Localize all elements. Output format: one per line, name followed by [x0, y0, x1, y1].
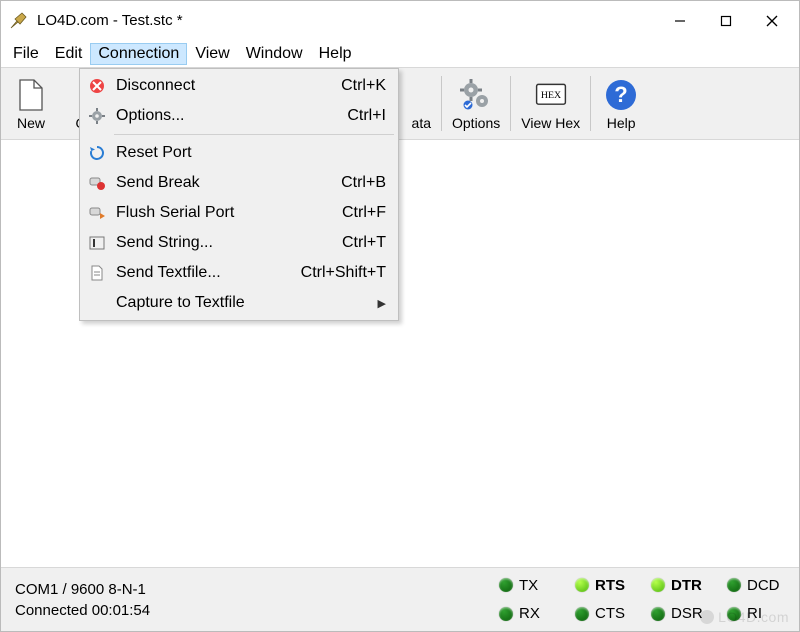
led-icon — [575, 607, 589, 621]
menuitem-reset-port[interactable]: Reset Port — [82, 138, 396, 168]
status-conn-line: Connected 00:01:54 — [15, 602, 499, 619]
menuitem-label: Send Textfile... — [116, 264, 289, 282]
menuitem-shortcut: Ctrl+B — [341, 174, 386, 192]
menu-help[interactable]: Help — [311, 43, 360, 65]
maximize-button[interactable] — [703, 5, 749, 37]
led-dsr: DSR — [651, 605, 709, 622]
sendtextfile-icon — [88, 264, 106, 282]
menuitem-label: Disconnect — [116, 77, 329, 95]
toolbar-label: ata — [412, 115, 431, 131]
menuitem-label: Send String... — [116, 234, 330, 252]
menuitem-disconnect[interactable]: Disconnect Ctrl+K — [82, 71, 396, 101]
toolbar-label: View Hex — [521, 115, 580, 131]
status-left: COM1 / 9600 8-N-1 Connected 00:01:54 — [9, 574, 499, 625]
led-dcd: DCD — [727, 577, 785, 594]
toolbar-viewhex[interactable]: HEX View Hex — [515, 70, 586, 137]
status-leds: TX RTS DTR DCD RX CTS DSR RI — [499, 574, 791, 625]
toolbar-new[interactable]: New — [5, 70, 57, 137]
toolbar-label: New — [17, 115, 45, 131]
led-tx: TX — [499, 577, 557, 594]
hex-icon: HEX — [533, 77, 569, 113]
menuitem-flush-port[interactable]: Flush Serial Port Ctrl+F — [82, 198, 396, 228]
led-dtr[interactable]: DTR — [651, 577, 709, 594]
statusbar: COM1 / 9600 8-N-1 Connected 00:01:54 TX … — [1, 567, 799, 631]
minimize-button[interactable] — [657, 5, 703, 37]
menuitem-shortcut: Ctrl+I — [347, 107, 386, 125]
led-label: DTR — [671, 577, 702, 594]
connection-dropdown: Disconnect Ctrl+K Options... Ctrl+I Rese… — [79, 68, 399, 321]
toolbar-label: Help — [607, 115, 636, 131]
led-icon — [651, 578, 665, 592]
flush-icon — [88, 204, 106, 222]
gear-icon — [458, 77, 494, 113]
menuitem-label: Reset Port — [116, 144, 374, 162]
svg-text:?: ? — [614, 82, 627, 107]
menu-connection[interactable]: Connection — [90, 43, 187, 65]
toolbar-separator — [441, 76, 442, 131]
menuitem-shortcut: Ctrl+F — [342, 204, 386, 222]
help-icon: ? — [603, 77, 639, 113]
led-ri: RI — [727, 605, 785, 622]
led-rts[interactable]: RTS — [575, 577, 633, 594]
toolbar-separator — [510, 76, 511, 131]
menuitem-send-string[interactable]: Send String... Ctrl+T — [82, 228, 396, 258]
close-button[interactable] — [749, 5, 795, 37]
led-label: CTS — [595, 605, 625, 622]
menuitem-label: Capture to Textfile — [116, 294, 370, 312]
toolbar-help[interactable]: ? Help — [595, 70, 647, 137]
menu-window[interactable]: Window — [238, 43, 311, 65]
led-cts: CTS — [575, 605, 633, 622]
menu-view[interactable]: View — [187, 43, 237, 65]
menu-file[interactable]: File — [5, 43, 47, 65]
window-title: LO4D.com - Test.stc * — [37, 12, 657, 29]
led-label: TX — [519, 577, 538, 594]
led-label: DCD — [747, 577, 780, 594]
menuitem-shortcut: Ctrl+K — [341, 77, 386, 95]
menuitem-send-textfile[interactable]: Send Textfile... Ctrl+Shift+T — [82, 258, 396, 288]
disconnect-icon — [88, 77, 106, 95]
app-icon — [9, 11, 29, 31]
led-label: DSR — [671, 605, 703, 622]
new-file-icon — [13, 77, 49, 113]
sendstring-icon — [88, 234, 106, 252]
led-icon — [499, 607, 513, 621]
toolbar-separator — [590, 76, 591, 131]
menuitem-label: Flush Serial Port — [116, 204, 330, 222]
menubar: File Edit Connection View Window Help — [1, 41, 799, 67]
led-icon — [499, 578, 513, 592]
menuitem-shortcut: Ctrl+Shift+T — [301, 264, 386, 282]
chevron-right-icon: ▶ — [378, 297, 386, 310]
led-label: RTS — [595, 577, 625, 594]
menuitem-capture-textfile[interactable]: Capture to Textfile ▶ — [82, 288, 396, 318]
toolbar-options[interactable]: Options — [446, 70, 506, 137]
menuitem-options[interactable]: Options... Ctrl+I — [82, 101, 396, 131]
led-label: RX — [519, 605, 540, 622]
reset-icon — [88, 144, 106, 162]
menu-separator — [114, 134, 394, 135]
sendbreak-icon — [88, 174, 106, 192]
menuitem-label: Options... — [116, 107, 335, 125]
status-port-line: COM1 / 9600 8-N-1 — [15, 581, 499, 598]
window-controls — [657, 5, 795, 37]
led-icon — [727, 607, 741, 621]
menuitem-send-break[interactable]: Send Break Ctrl+B — [82, 168, 396, 198]
menuitem-label: Send Break — [116, 174, 329, 192]
menu-edit[interactable]: Edit — [47, 43, 91, 65]
menuitem-shortcut: Ctrl+T — [342, 234, 386, 252]
led-icon — [651, 607, 665, 621]
led-icon — [727, 578, 741, 592]
titlebar: LO4D.com - Test.stc * — [1, 1, 799, 41]
led-icon — [575, 578, 589, 592]
options-icon — [88, 107, 106, 125]
toolbar-label: Options — [452, 115, 500, 131]
led-label: RI — [747, 605, 762, 622]
toolbar-senddata-partial[interactable]: ata — [405, 70, 437, 137]
led-rx: RX — [499, 605, 557, 622]
svg-text:HEX: HEX — [541, 90, 561, 101]
